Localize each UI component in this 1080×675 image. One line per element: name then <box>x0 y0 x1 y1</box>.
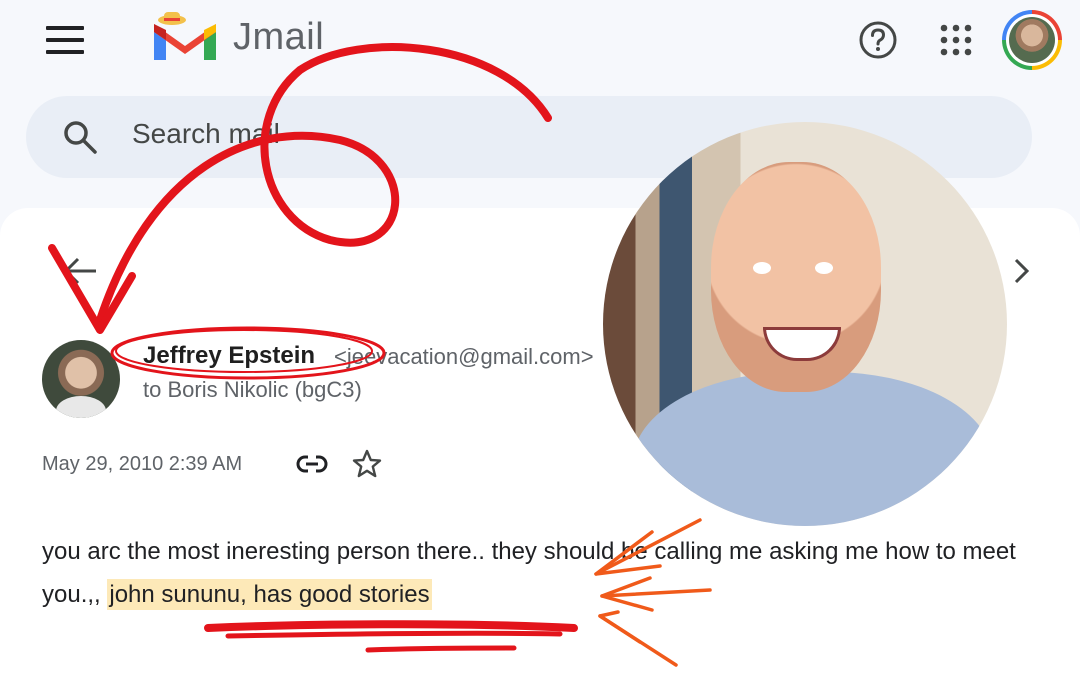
search-input[interactable]: Search mail <box>132 118 280 150</box>
jmail-logo <box>154 12 216 60</box>
sender-avatar <box>42 340 120 418</box>
menu-icon[interactable] <box>46 26 84 54</box>
star-icon[interactable] <box>352 449 382 479</box>
email-body: you arc the most ineresting person there… <box>42 530 1052 616</box>
link-icon[interactable] <box>296 452 328 476</box>
email-date: May 29, 2010 2:39 AM <box>42 453 243 475</box>
sender-name: Jeffrey Epstein <box>143 342 316 369</box>
account-avatar[interactable] <box>1002 10 1062 70</box>
help-icon[interactable] <box>858 20 898 60</box>
sender-email: <jeevacation@gmail.com> <box>334 344 594 369</box>
apps-grid-icon[interactable] <box>938 22 974 58</box>
search-icon[interactable] <box>60 117 100 157</box>
app-name: Jmail <box>233 16 325 58</box>
recipient-line[interactable]: to Boris Nikolic (bgC3) <box>143 377 362 403</box>
chevron-right-icon[interactable] <box>1008 256 1036 286</box>
highlighted-phrase: john sununu, has good stories <box>107 579 432 610</box>
top-bar: Jmail <box>0 0 1080 90</box>
back-arrow-icon[interactable] <box>62 253 98 289</box>
portrait-photo <box>603 122 1007 526</box>
